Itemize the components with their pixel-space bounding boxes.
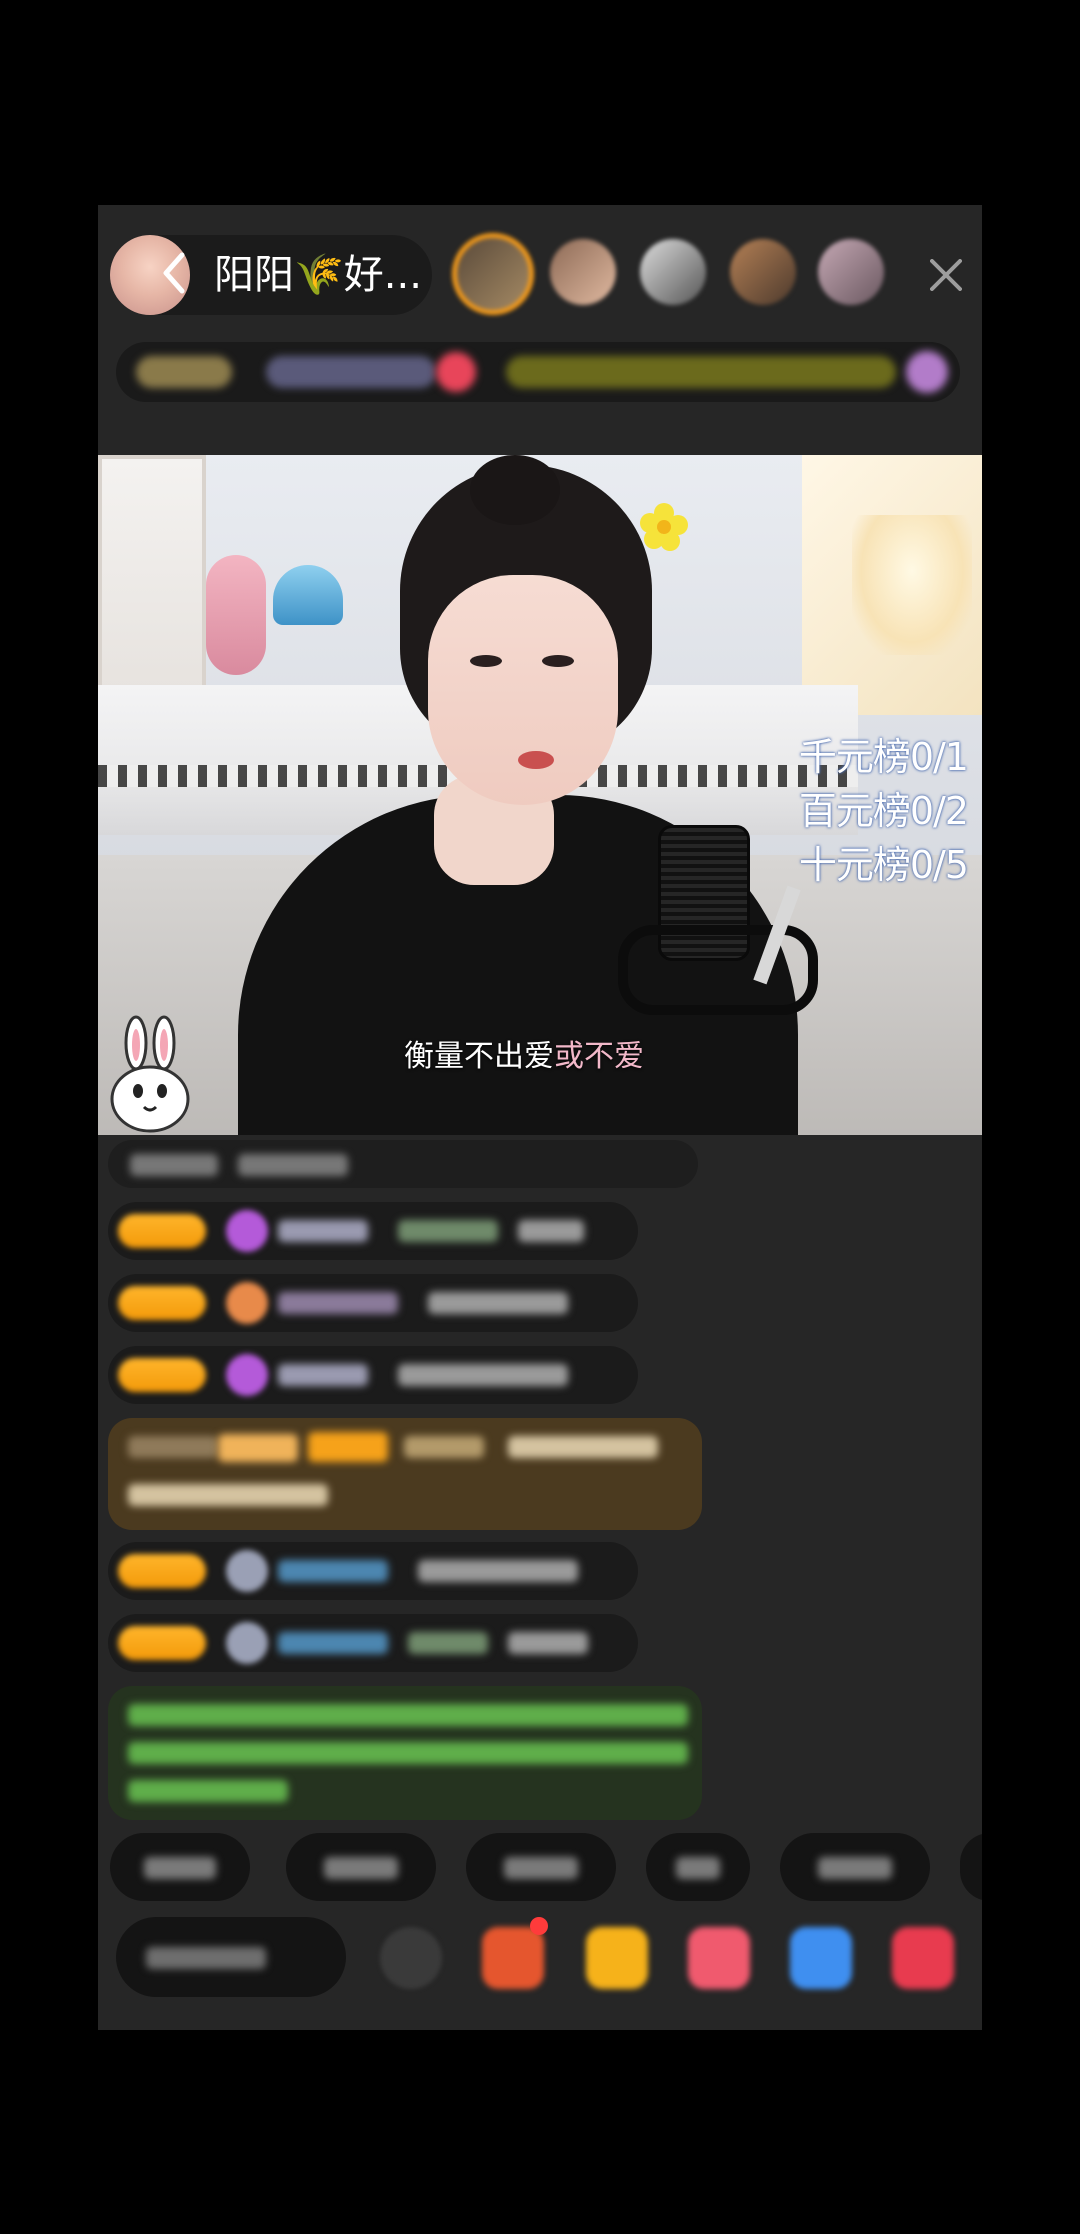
chat-message <box>108 1542 638 1600</box>
flower-hairclip-icon <box>640 503 688 551</box>
live-stream-screen: 阳阳🌾好... 千元榜0/1 百元榜0/2 十元榜0/5 衡量不出爱或不爱 <box>98 205 982 2030</box>
chat-message <box>108 1274 638 1332</box>
lyric-subtitle: 衡量不出爱或不爱 <box>404 1037 644 1077</box>
background-lamp <box>852 515 972 655</box>
heart-gift-icon[interactable] <box>688 1927 750 1989</box>
streamer-eye <box>542 655 574 667</box>
viewer-avatar[interactable] <box>640 239 706 305</box>
fan-badge <box>118 1626 206 1660</box>
viewer-avatar[interactable] <box>730 239 796 305</box>
chat-user-blurred <box>278 1364 368 1386</box>
chip-text-blurred <box>144 1857 216 1879</box>
chat-text-blurred <box>238 1154 348 1176</box>
chat-text-blurred <box>508 1436 658 1458</box>
fan-badge <box>308 1432 388 1462</box>
quick-reply-chip[interactable] <box>780 1833 930 1901</box>
fan-badge <box>118 1214 206 1248</box>
quick-reply-chip[interactable] <box>646 1833 750 1901</box>
rank-line-hundred: 百元榜0/2 <box>798 789 969 833</box>
chat-user-blurred <box>398 1220 498 1242</box>
lyric-main-text: 衡量不出爱 <box>404 1039 554 1074</box>
viewer-avatar[interactable] <box>452 233 534 315</box>
game-icon[interactable] <box>790 1927 852 1989</box>
system-notice <box>108 1686 702 1820</box>
info-chip <box>906 351 948 393</box>
emoji-icon[interactable] <box>380 1927 442 1989</box>
chat-message-highlight <box>108 1418 702 1530</box>
fan-badge <box>118 1358 206 1392</box>
chat-text-blurred <box>128 1436 218 1458</box>
notice-text-blurred <box>128 1704 688 1726</box>
streamer-face <box>428 575 618 805</box>
notice-text-blurred <box>128 1742 688 1764</box>
comment-input[interactable] <box>116 1917 346 1997</box>
streamer-hair-bun <box>470 455 560 525</box>
info-chip <box>266 356 436 388</box>
info-chip <box>506 356 896 388</box>
notice-text-blurred <box>128 1780 288 1802</box>
chat-message <box>108 1202 638 1260</box>
chip-text-blurred <box>676 1857 720 1879</box>
diamond-icon <box>226 1210 268 1252</box>
chat-text-blurred <box>428 1292 568 1314</box>
chat-text-blurred <box>398 1364 568 1386</box>
red-packet-icon[interactable] <box>482 1927 544 1989</box>
stream-info-bar[interactable] <box>116 342 960 402</box>
shop-icon[interactable] <box>892 1927 954 1989</box>
close-icon[interactable] <box>924 253 968 297</box>
input-placeholder-blurred <box>146 1947 266 1969</box>
chat-text-blurred <box>518 1220 584 1242</box>
streamer-eye <box>470 655 502 667</box>
background-toy <box>206 555 266 675</box>
quick-reply-chip[interactable] <box>960 1833 982 1901</box>
rank-line-ten: 十元榜0/5 <box>798 843 969 887</box>
chat-text-blurred <box>418 1560 578 1582</box>
diamond-icon <box>226 1354 268 1396</box>
chip-text-blurred <box>818 1857 892 1879</box>
user-avatar-icon <box>226 1550 268 1592</box>
gift-box-icon[interactable] <box>586 1927 648 1989</box>
info-chip <box>136 356 232 388</box>
quick-reply-row[interactable] <box>110 1833 982 1901</box>
user-avatar-icon <box>226 1622 268 1664</box>
fan-badge <box>118 1286 206 1320</box>
quick-reply-chip[interactable] <box>110 1833 250 1901</box>
gift-rank-overlay: 千元榜0/1 百元榜0/2 十元榜0/5 <box>798 730 969 892</box>
microphone-mount <box>618 925 818 1015</box>
chat-message <box>108 1614 638 1672</box>
quick-reply-chip[interactable] <box>466 1833 616 1901</box>
rank-icon <box>436 352 476 392</box>
gift-icon <box>226 1282 268 1324</box>
host-name: 阳阳🌾好... <box>214 252 422 298</box>
streamer-lips <box>518 751 554 769</box>
host-info-pill[interactable]: 阳阳🌾好... <box>110 235 432 315</box>
lyric-accent-text: 或不爱 <box>554 1039 644 1074</box>
chat-user-blurred <box>404 1436 484 1458</box>
bottom-toolbar[interactable] <box>116 1917 982 1997</box>
chat-message <box>108 1346 638 1404</box>
chip-text-blurred <box>504 1857 578 1879</box>
chat-user-blurred <box>278 1632 388 1654</box>
chat-user-blurred <box>278 1560 388 1582</box>
quick-reply-chip[interactable] <box>286 1833 436 1901</box>
background-toy <box>273 565 343 625</box>
chat-text-blurred <box>508 1632 588 1654</box>
notification-dot-icon <box>530 1917 548 1935</box>
chat-message <box>108 1140 698 1188</box>
rank-line-thousand: 千元榜0/1 <box>798 735 969 779</box>
viewer-avatar[interactable] <box>818 239 884 305</box>
chat-user-blurred <box>408 1632 488 1654</box>
live-video[interactable]: 千元榜0/1 百元榜0/2 十元榜0/5 衡量不出爱或不爱 <box>98 455 982 1135</box>
chat-user-blurred <box>278 1292 398 1314</box>
background-frame <box>98 455 206 693</box>
chat-text-blurred <box>128 1484 328 1506</box>
chat-user-blurred <box>278 1220 368 1242</box>
back-icon[interactable] <box>160 251 186 295</box>
fan-badge <box>118 1554 206 1588</box>
rabbit-sticker-icon[interactable] <box>106 1015 196 1135</box>
level-badge <box>218 1434 298 1462</box>
chat-text-blurred <box>130 1154 218 1176</box>
chip-text-blurred <box>324 1857 398 1879</box>
viewer-avatar[interactable] <box>550 239 616 305</box>
